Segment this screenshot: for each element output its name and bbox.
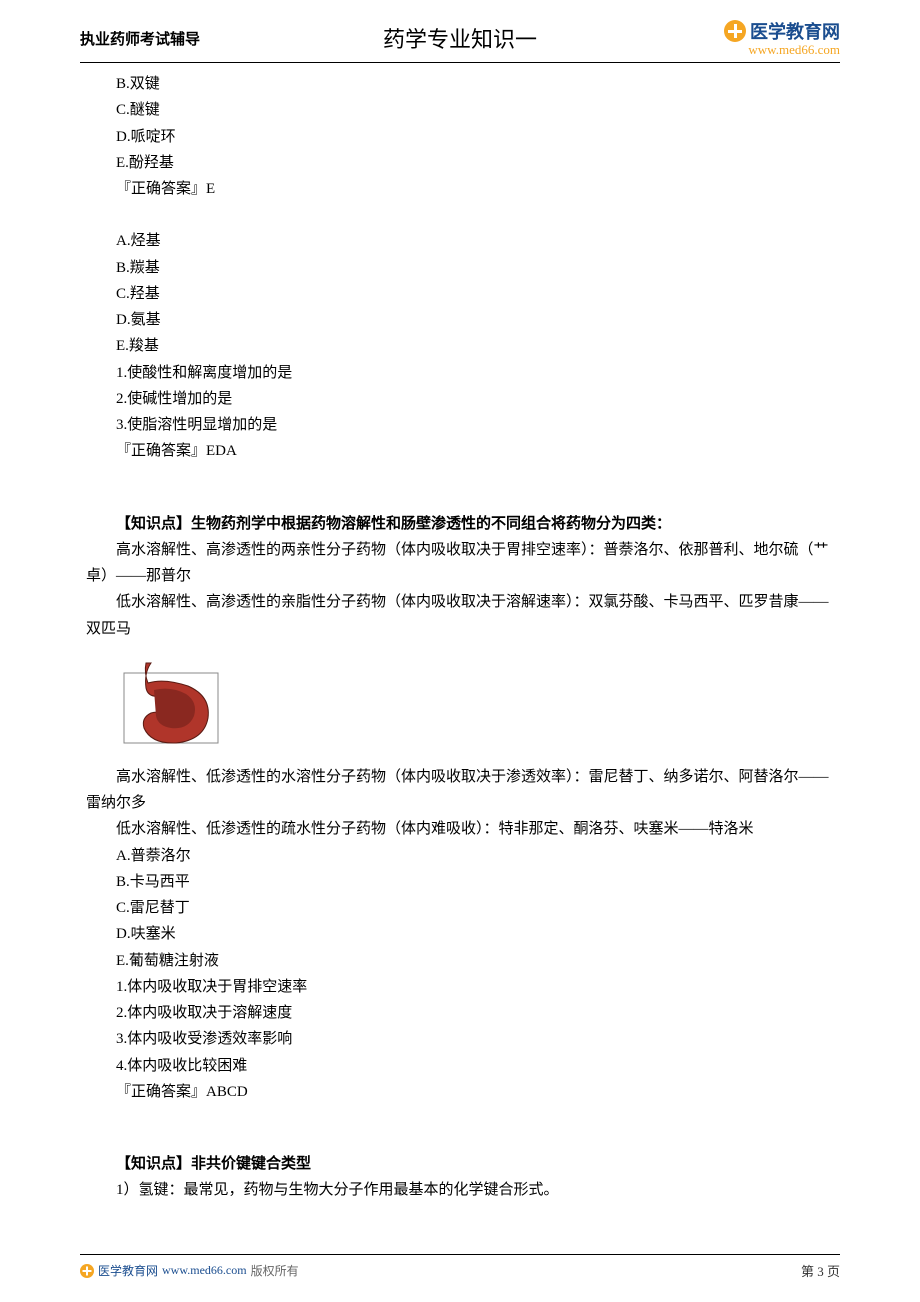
brand-url: www.med66.com (724, 42, 840, 58)
answer-line: 『正确答案』EDA (86, 438, 834, 464)
header-left-text: 执业药师考试辅导 (80, 28, 200, 49)
option-text: B.双键 (86, 71, 834, 97)
footer-copyright: 版权所有 (251, 1262, 299, 1279)
header-logo-block: 医学教育网 www.med66.com (724, 18, 840, 58)
document-body: B.双键 C.醚键 D.哌啶环 E.酚羟基 『正确答案』E A.烃基 B.羰基 … (80, 71, 840, 1204)
option-text: D.氨基 (86, 307, 834, 333)
question-text: 3.使脂溶性明显增加的是 (86, 412, 834, 438)
paragraph-text: 1）氢键：最常见，药物与生物大分子作用最基本的化学键合形式。 (86, 1177, 834, 1203)
answer-line: 『正确答案』E (86, 176, 834, 202)
question-text: 1.体内吸收取决于胃排空速率 (86, 974, 834, 1000)
paragraph-text: 低水溶解性、低渗透性的疏水性分子药物（体内难吸收）：特非那定、酮洛芬、呋塞米——… (86, 816, 834, 842)
option-text: C.醚键 (86, 97, 834, 123)
brand-name: 医学教育网 (750, 18, 840, 44)
option-text: D.哌啶环 (86, 124, 834, 150)
option-text: E.酚羟基 (86, 150, 834, 176)
page-footer: 医学教育网 www.med66.com 版权所有 第 3 页 (80, 1254, 840, 1280)
question-text: 1.使酸性和解离度增加的是 (86, 360, 834, 386)
question-text: 3.体内吸收受渗透效率影响 (86, 1026, 834, 1052)
logo-plus-icon (724, 20, 746, 42)
paragraph-text: 高水溶解性、高渗透性的两亲性分子药物（体内吸收取决于胃排空速率）：普萘洛尔、依那… (86, 537, 834, 590)
option-text: C.羟基 (86, 281, 834, 307)
paragraph-text: 低水溶解性、高渗透性的亲脂性分子药物（体内吸收取决于溶解速率）：双氯芬酸、卡马西… (86, 589, 834, 642)
option-text: A.烃基 (86, 228, 834, 254)
page-header: 执业药师考试辅导 药学专业知识一 医学教育网 www.med66.com (80, 18, 840, 63)
question-text: 2.使碱性增加的是 (86, 386, 834, 412)
paragraph-text: 高水溶解性、低渗透性的水溶性分子药物（体内吸收取决于渗透效率）：雷尼替丁、纳多诺… (86, 764, 834, 817)
option-text: E.葡萄糖注射液 (86, 948, 834, 974)
stomach-illustration (116, 648, 226, 758)
answer-line: 『正确答案』ABCD (86, 1079, 834, 1105)
option-text: C.雷尼替丁 (86, 895, 834, 921)
page-number: 第 3 页 (801, 1261, 840, 1280)
knowledge-point-title: 【知识点】非共价键键合类型 (86, 1151, 834, 1177)
question-text: 4.体内吸收比较困难 (86, 1053, 834, 1079)
logo-plus-icon (80, 1264, 94, 1278)
footer-brand: 医学教育网 (98, 1262, 158, 1279)
page-title: 药学专业知识一 (383, 22, 537, 54)
footer-url: www.med66.com (162, 1263, 247, 1278)
knowledge-point-title: 【知识点】生物药剂学中根据药物溶解性和肠壁渗透性的不同组合将药物分为四类： (86, 511, 834, 537)
option-text: A.普萘洛尔 (86, 843, 834, 869)
question-text: 2.体内吸收取决于溶解速度 (86, 1000, 834, 1026)
option-text: D.呋塞米 (86, 921, 834, 947)
option-text: B.卡马西平 (86, 869, 834, 895)
option-text: E.羧基 (86, 333, 834, 359)
option-text: B.羰基 (86, 255, 834, 281)
